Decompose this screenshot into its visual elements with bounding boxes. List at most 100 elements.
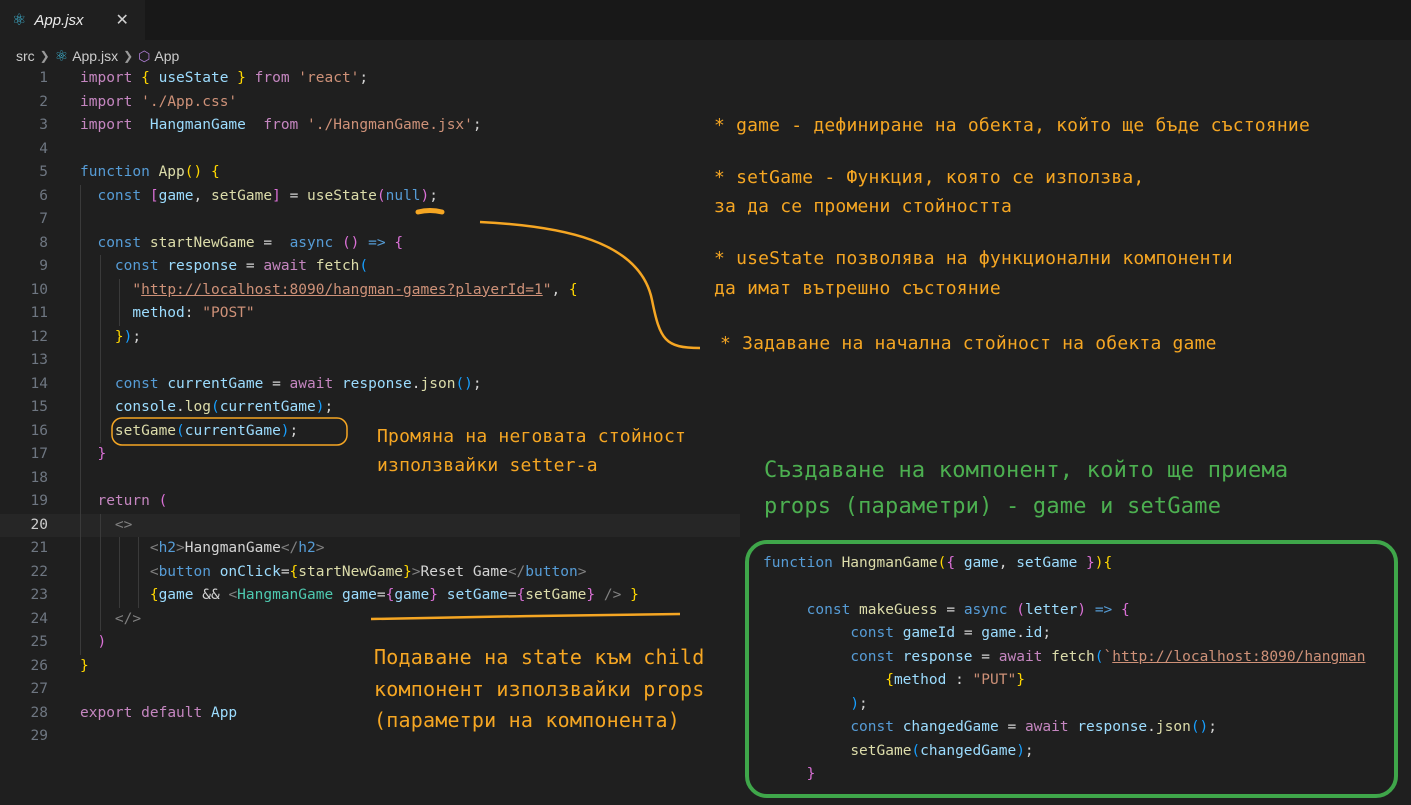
snippet-line: const gameId = game.id; — [763, 622, 1051, 646]
code-text: import { useState } from 'react'; — [80, 67, 368, 91]
code-token: App — [210, 704, 238, 721]
code-text: <button onClick={startNewGame}>Reset Gam… — [80, 561, 587, 585]
code-token: . — [1147, 719, 1156, 735]
code-line: 7 — [0, 208, 740, 232]
code-text: method: "POST" — [80, 302, 254, 326]
code-token: return — [97, 493, 150, 509]
code-token: json — [1155, 719, 1191, 735]
close-icon[interactable]: ✕ — [116, 10, 129, 30]
code-token: ; — [1208, 719, 1218, 735]
code-text: console.log(currentGame); — [80, 396, 333, 420]
code-text: <> — [80, 514, 132, 538]
code-token: = — [245, 258, 255, 274]
code-token: startNewGame — [298, 563, 404, 580]
line-number: 2 — [39, 93, 48, 110]
code-line-current: 20 <> — [0, 513, 740, 538]
code-line: 11 method: "POST" — [0, 302, 740, 326]
line-number: 25 — [30, 634, 48, 650]
code-token: { — [1103, 555, 1113, 571]
line-number: 14 — [30, 375, 48, 392]
code-token: const — [806, 602, 851, 618]
snippet-line: const response = await fetch(`http://loc… — [763, 646, 1365, 670]
code-line: 1 import { useState } from 'react'; — [0, 67, 740, 91]
note-pass-state-line1: Подаване на state към child — [374, 645, 705, 669]
code-token: } — [586, 587, 596, 603]
code-token: < — [149, 563, 159, 580]
code-token: > — [577, 563, 587, 580]
code-token: http://localhost:8090/hangman-games?play… — [141, 281, 543, 298]
code-line: 18 — [0, 466, 740, 490]
code-token: < — [149, 540, 159, 556]
note-setgame-line1: * setGame - Функция, която се използва, — [714, 167, 1145, 188]
tab-app-jsx[interactable]: ⚛ App.jsx ✕ — [0, 0, 145, 40]
code-token: ( — [1016, 602, 1025, 618]
snippet-line: ); — [763, 693, 867, 717]
code-token: useState — [158, 70, 229, 86]
code-token: h2 — [298, 540, 316, 556]
code-token: } — [630, 587, 639, 603]
line-number: 15 — [30, 399, 48, 415]
code-token: } — [806, 766, 816, 782]
code-token: log — [184, 399, 211, 415]
code-token: changedGame — [902, 719, 999, 735]
code-token: console — [114, 399, 177, 415]
code-line: 2 import './App.css' — [0, 91, 740, 115]
code-token: < — [228, 587, 238, 603]
code-token: ; — [289, 422, 299, 439]
code-token: await — [998, 649, 1043, 665]
code-token: method — [893, 672, 947, 688]
line-number: 22 — [30, 563, 48, 580]
code-token: () — [455, 375, 473, 392]
code-token: App — [158, 164, 185, 180]
code-token: currentGame — [184, 422, 281, 439]
breadcrumb: src ❯ ⚛ App.jsx ❯ ⬡ App — [16, 46, 179, 66]
code-line: 13 — [0, 349, 740, 373]
code-token: : — [955, 672, 964, 688]
code-token: = — [1007, 719, 1017, 735]
code-token: async — [289, 234, 334, 251]
code-token: function — [763, 555, 833, 571]
code-line: 3 import HangmanGame from './HangmanGame.… — [0, 114, 740, 138]
code-line: 4 — [0, 138, 740, 162]
code-token: Reset Game — [420, 563, 508, 580]
code-token: game — [158, 587, 194, 603]
code-token: game — [981, 625, 1017, 641]
code-token: ( — [359, 258, 369, 274]
code-token: await — [1024, 719, 1069, 735]
line-number: 4 — [39, 140, 48, 157]
line-number: 24 — [30, 610, 48, 627]
code-token: , — [551, 281, 561, 298]
snippet-line: const changedGame = await response.json(… — [763, 716, 1217, 740]
code-text: const response = await fetch( — [80, 255, 368, 279]
code-line: 9 const response = await fetch( — [0, 255, 740, 279]
line-number: 8 — [39, 234, 48, 251]
code-token: } — [80, 657, 89, 674]
code-token: ( — [376, 187, 386, 204]
code-token: ] — [272, 187, 281, 204]
code-token: ; — [132, 328, 142, 345]
code-token: ) — [1077, 602, 1087, 618]
code-token: const — [114, 258, 159, 274]
code-text: import HangmanGame from './HangmanGame.j… — [80, 114, 482, 138]
line-number: 29 — [30, 728, 48, 744]
code-token: ) — [420, 187, 430, 204]
code-text: function App() { — [80, 161, 220, 185]
code-token: HangmanGame — [237, 587, 334, 603]
tab-title: App.jsx — [34, 11, 84, 29]
code-token: function — [80, 164, 150, 180]
breadcrumb-file[interactable]: App.jsx — [72, 48, 118, 64]
code-token: response — [167, 258, 238, 274]
code-token: : — [184, 305, 194, 321]
code-token: game — [963, 555, 999, 571]
code-token: const — [850, 625, 894, 641]
breadcrumb-folder[interactable]: src — [16, 48, 35, 64]
code-token: { — [394, 234, 404, 251]
breadcrumb-symbol[interactable]: App — [154, 48, 179, 64]
code-token: null — [385, 187, 421, 204]
code-token: , — [998, 555, 1008, 571]
code-token: = — [263, 234, 273, 251]
code-token: default — [141, 704, 203, 721]
code-text: ) — [80, 631, 106, 655]
cube-icon: ⬡ — [138, 47, 151, 64]
code-token: } — [114, 328, 124, 345]
